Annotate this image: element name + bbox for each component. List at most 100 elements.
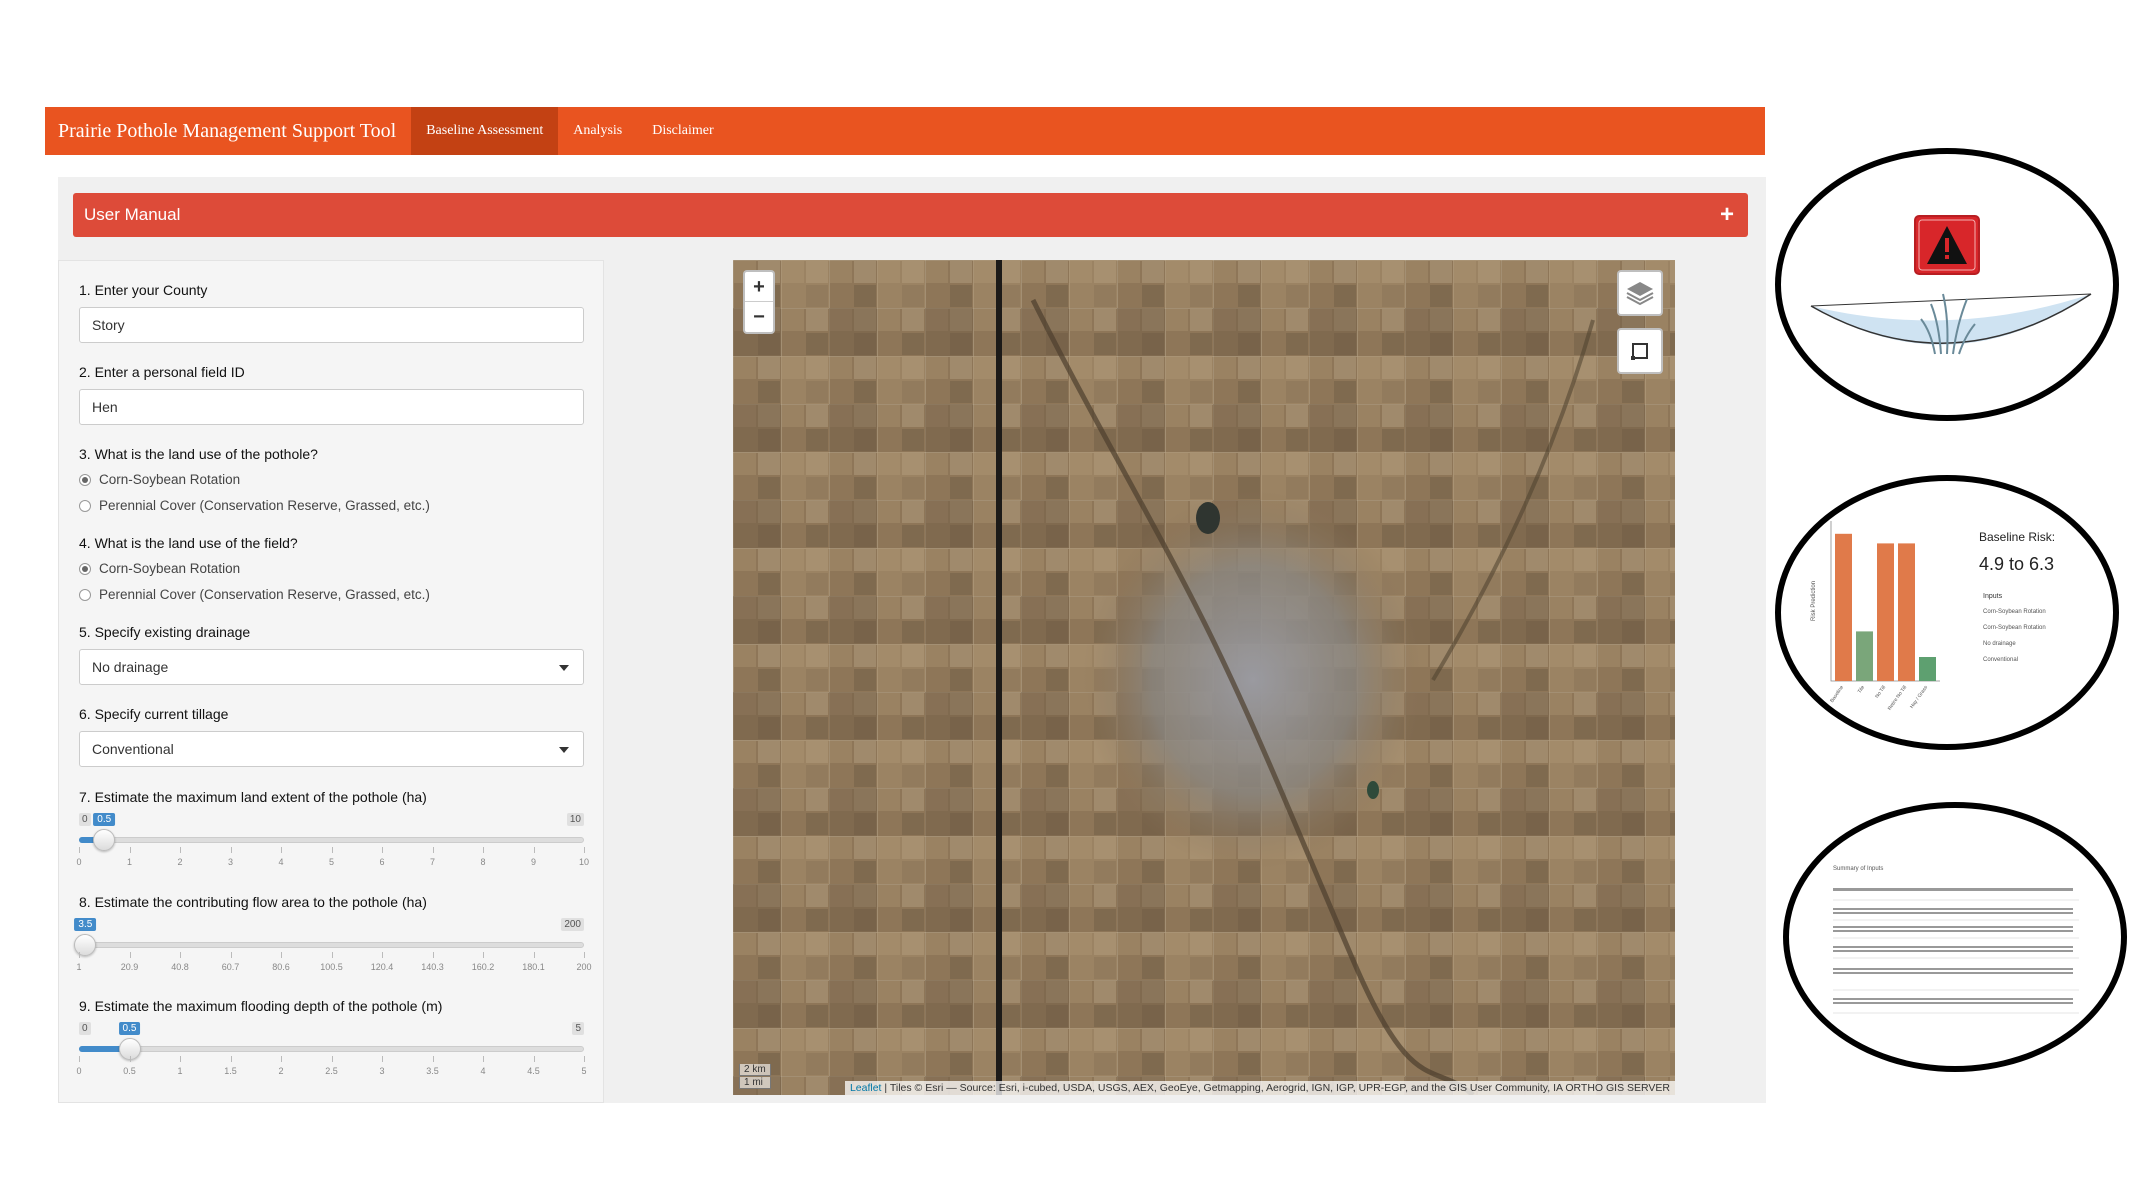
tab-baseline-assessment[interactable]: Baseline Assessment [411,107,559,155]
tab-disclaimer[interactable]: Disclaimer [637,107,728,155]
slider-tick [382,847,383,853]
field-landuse-radio-corn[interactable]: Corn-Soybean Rotation [79,561,240,576]
zoom-out-button[interactable]: − [745,302,773,332]
scale-mi: 1 mi [739,1077,771,1089]
radio-label: Perennial Cover (Conservation Reserve, G… [99,498,430,513]
leaflet-link[interactable]: Leaflet [850,1082,882,1094]
slider-tick-label: 5 [328,857,335,867]
land-extent-slider[interactable]: 0 10 0.5 0 1 2 3 4 5 6 7 8 9 10 [76,813,589,875]
slider-ticks [79,1056,585,1064]
tab-analysis[interactable]: Analysis [558,107,637,155]
flood-depth-label: 9. Estimate the maximum flooding depth o… [79,998,443,1014]
slider-tick-label: 1.5 [224,1066,237,1076]
field-id-input[interactable]: Hen [79,389,584,425]
slider-tick [584,847,585,853]
slider-tick [432,1056,434,1062]
user-manual-header[interactable]: User Manual + [73,193,1748,237]
slider-value-label: 3.5 [74,918,97,931]
zoom-control: + − [743,270,775,334]
pothole-landuse-label: 3. What is the land use of the pothole? [79,446,318,462]
drainage-select[interactable]: No drainage [79,649,584,685]
slider-track[interactable] [79,942,584,948]
slider-tick-label: 40.8 [171,962,189,972]
slider-tick [432,952,434,958]
zoom-in-button[interactable]: + [745,272,773,302]
pothole-landuse-radio-perennial[interactable]: Perennial Cover (Conservation Reserve, G… [79,498,430,513]
slider-tick-label: 6 [379,857,385,867]
slider-value-label: 0.5 [93,813,116,826]
slider-tick [281,847,282,853]
radio-selected-icon [79,473,91,486]
input-field-landuse: Corn-Soybean Rotation [1983,625,2046,631]
slider-tick [382,952,383,958]
chart-category-label: Tile [1857,685,1867,695]
flow-area-slider[interactable]: 12003.5120.940.860.780.6100.5120.4140.31… [74,918,592,980]
slider-min-label: 0 [79,1022,91,1035]
slider-tick-label: 1 [76,962,82,972]
layers-button[interactable] [1617,270,1663,316]
radio-label: Corn-Soybean Rotation [99,561,241,576]
slider-ticks [79,847,585,855]
chart-bar [1835,533,1852,681]
slider-tick [331,847,333,853]
slider-tick-label: 100.5 [320,962,343,972]
radio-unselected-icon [79,499,91,512]
pothole-landuse-radio-corn[interactable]: Corn-Soybean Rotation [79,472,240,487]
slider-tick [584,1056,585,1062]
callout-risk-chart: Baseline Tile No Till Retire No Till Hay / G… [1775,475,2119,750]
input-tillage: Conventional [1983,657,2019,663]
slider-tick-label: 160.2 [471,962,495,972]
satellite-map[interactable]: + − 2 km 1 mi Leaflet | Tiles © Esri — S… [733,260,1675,1095]
pothole-warning-illustration [1810,215,2092,355]
slider-tick-label: 3.5 [426,1066,439,1076]
field-landuse-radio-perennial[interactable]: Perennial Cover (Conservation Reserve, G… [79,587,430,602]
summary-table-thumbnail [1833,888,2079,1014]
tillage-select-value: Conventional [92,741,174,757]
slider-tick-label: 2 [278,1066,284,1076]
slider-tick-label: 20.9 [120,962,139,972]
chevron-down-icon [559,665,569,671]
slider-tick-label: 180.1 [522,962,545,972]
slider-track[interactable] [79,837,584,843]
slider-tick [483,847,484,853]
flood-depth-slider[interactable]: 0 5 0.5 0 0.5 1 1.5 2 2.5 3 3.5 4 4.5 5 [76,1022,587,1084]
draw-square-icon [1631,343,1648,360]
chart-bar [1898,543,1915,681]
slider-tick-label: 2.5 [325,1066,338,1076]
field-landuse-label: 4. What is the land use of the field? [79,535,298,551]
drainage-select-value: No drainage [92,659,169,675]
slider-tick [533,847,535,853]
app-brand[interactable]: Prairie Pothole Management Support Tool [45,107,411,155]
slider-tick-label: 1 [177,1066,183,1076]
draw-rectangle-button[interactable] [1617,328,1663,374]
slider-tick [230,952,232,958]
slider-tick-label: 4 [278,857,284,867]
county-input[interactable]: Story [79,307,584,343]
slider-tick [79,847,80,853]
risk-bar-chart: Baseline Tile No Till Retire No Till Hay / G… [1829,521,1940,712]
chart-bar [1856,631,1873,681]
field-id-label: 2. Enter a personal field ID [79,364,245,380]
aerial-imagery [733,260,1675,1095]
slider-tick [230,1056,232,1062]
slider-track[interactable] [79,1046,584,1052]
radio-unselected-icon [79,588,91,601]
slider-max-label: 200 [561,918,584,931]
slider-tick [281,952,282,958]
slider-tick-label: 10 [578,857,590,867]
slider-tick [129,952,131,958]
slider-ticks [79,952,585,960]
scale-km: 2 km [739,1064,771,1076]
slider-tick [180,847,181,853]
slider-tick [79,952,80,958]
tillage-select[interactable]: Conventional [79,731,584,767]
input-pothole-landuse: Corn-Soybean Rotation [1983,609,2046,615]
expand-icon[interactable]: + [1720,203,1734,227]
slider-tick-label: 200 [576,962,592,972]
slider-tick-label: 8 [480,857,486,867]
summary-title: Summary of Inputs [1833,866,1884,872]
tillage-label: 6. Specify current tillage [79,706,229,722]
input-sidebar: 1. Enter your County Story 2. Enter a pe… [58,260,604,1103]
slider-tick [382,1056,383,1062]
slider-tick [533,952,535,958]
